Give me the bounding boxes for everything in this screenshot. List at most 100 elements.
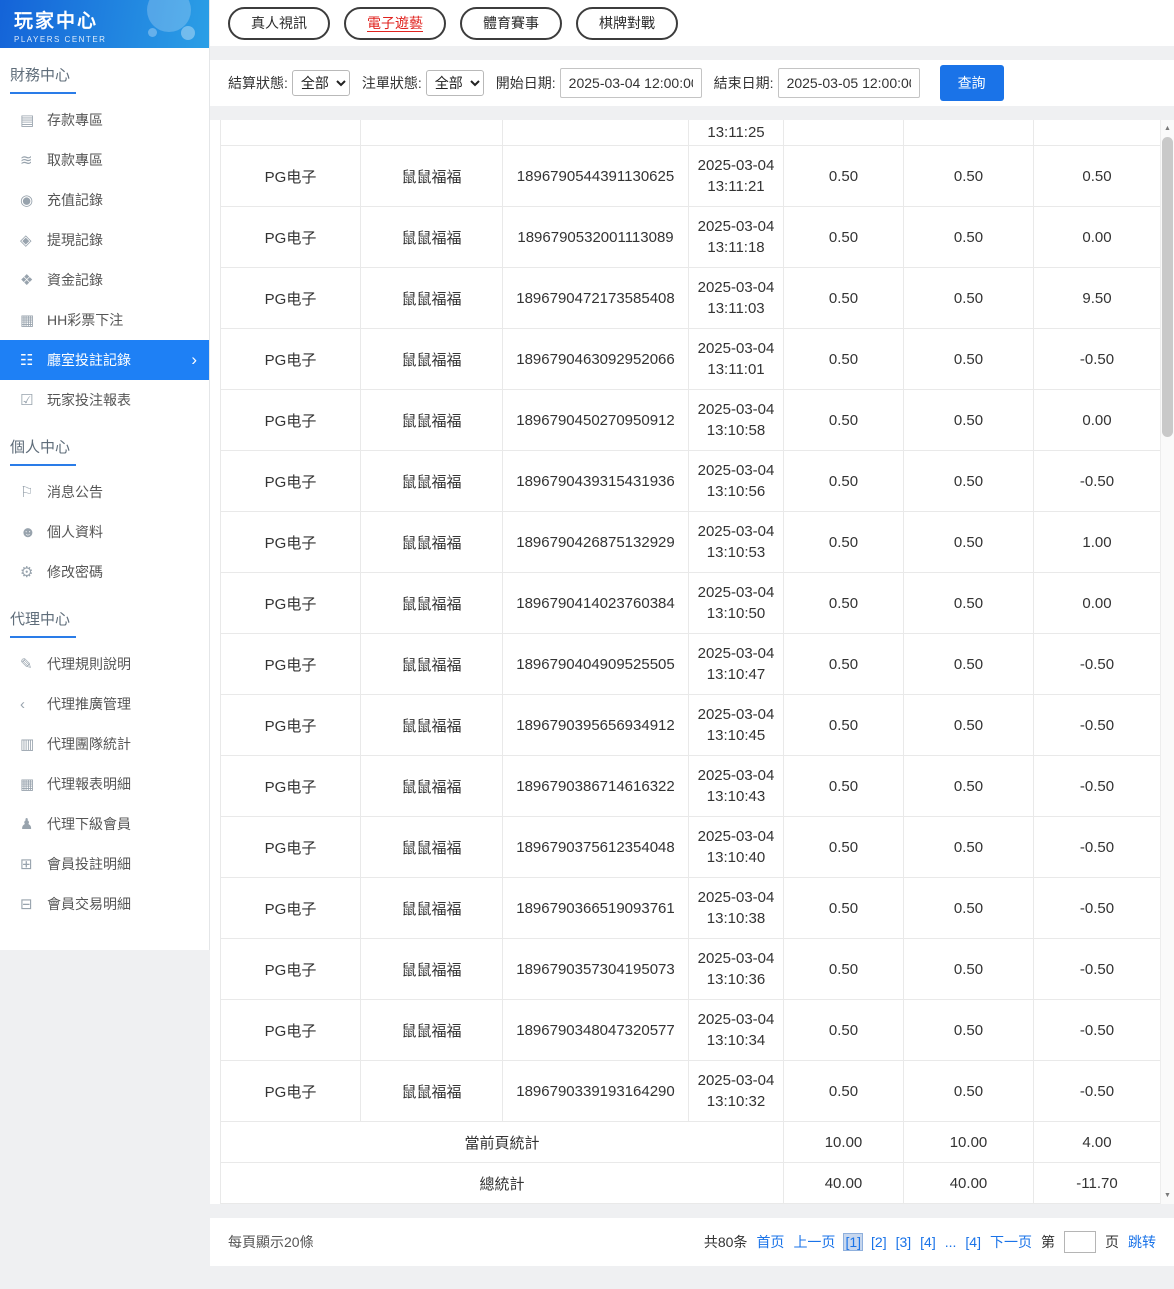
order-id-cell: 1896790426875132929	[502, 511, 689, 573]
sidebar-header: 玩家中心 PLAYERS CENTER	[0, 0, 209, 48]
first-page-link[interactable]: 首页	[756, 1232, 784, 1252]
settle-status-select[interactable]: 全部	[291, 70, 350, 96]
sidebar-item-label: HH彩票下注	[47, 312, 124, 328]
sidebar-item-hh-lottery-bet[interactable]: ▦ HH彩票下注	[0, 300, 209, 340]
bet-date: 2025-03-04	[697, 462, 775, 479]
sidebar-menu: 財務中心 ▤ 存款專區 ≋ 取款專區 ◉ 充值記錄 ◈ 提現記錄 ❖ 資金記錄 ▦ HH彩票下注 ☷ 廳室投…	[0, 64, 209, 924]
win-loss-cell: 9.50	[1033, 267, 1161, 329]
table-row: PG电子 鼠鼠福福 1896790472173585408 2025-03-04 13:…	[220, 267, 1161, 329]
search-button[interactable]: 查詢	[939, 65, 1004, 101]
tab-live-casino[interactable]: 真人視訊	[228, 6, 330, 40]
sidebar-item-player-bet-report[interactable]: ☑ 玩家投注報表	[0, 380, 209, 420]
bet-date: 2025-03-04	[697, 523, 775, 540]
summary-win-loss: -11.70	[1033, 1162, 1161, 1204]
tab-electronic-games[interactable]: 電子遊藝	[344, 6, 446, 40]
summary-valid-bet: 40.00	[903, 1162, 1034, 1204]
sidebar-section-title: 個人中心	[0, 436, 209, 466]
sidebar-item-member-bet-detail[interactable]: ⊞ 會員投註明細	[0, 844, 209, 884]
order-id-cell: 1896790357304195073	[502, 938, 689, 1000]
win-loss-cell: 0.00	[1033, 206, 1161, 268]
page-ellipsis: ...	[944, 1234, 957, 1250]
scrollbar-thumb[interactable]	[1162, 137, 1173, 437]
table-scrollbar[interactable]: ▲ ▼	[1160, 120, 1174, 1204]
tab-sports[interactable]: 體育賽事	[460, 6, 562, 40]
order-id-cell: 1896790463092952066	[502, 328, 689, 390]
game-cell: PG电子	[220, 816, 361, 878]
win-loss-cell: 0.00	[1033, 389, 1161, 451]
bet-table-body: 13:11:25 PG电子 鼠鼠福福 1896790544391130625 2025-…	[220, 120, 1161, 1204]
sidebar-item-agent-sub-members[interactable]: ♟ 代理下級會員	[0, 804, 209, 844]
bet-amount-cell: 0.50	[783, 633, 904, 695]
sidebar-item-change-password[interactable]: ⚙ 修改密碼	[0, 552, 209, 592]
scroll-down-icon[interactable]: ▼	[1161, 1188, 1174, 1203]
sidebar-item-deposit-area[interactable]: ▤ 存款專區	[0, 100, 209, 140]
summary-valid-bet: 10.00	[903, 1121, 1034, 1163]
change-password-icon: ⚙	[20, 564, 34, 581]
sidebar-item-label: 消息公告	[47, 484, 103, 500]
time-cell: 2025-03-04 13:11:21	[688, 145, 784, 207]
bet-amount-cell: 0.50	[783, 877, 904, 939]
sidebar-item-room-bet-record[interactable]: ☷ 廳室投註記錄 ›	[0, 340, 209, 380]
order-id-cell: 1896790395656934912	[502, 694, 689, 756]
sidebar-item-member-transaction-detail[interactable]: ⊟ 會員交易明細	[0, 884, 209, 924]
sidebar-item-profile[interactable]: ☻ 個人資料	[0, 512, 209, 552]
game-cell: PG电子	[220, 206, 361, 268]
summary-bet: 10.00	[783, 1121, 904, 1163]
order-id-cell	[502, 120, 689, 146]
bet-time: 13:10:53	[706, 544, 766, 561]
win-loss-cell: 0.50	[1033, 145, 1161, 207]
chevron-right-icon: ›	[191, 350, 197, 369]
sidebar-item-agent-team-stats[interactable]: ▥ 代理團隊統計	[0, 724, 209, 764]
scroll-up-icon[interactable]: ▲	[1161, 121, 1174, 136]
table-row: PG电子 鼠鼠福福 1896790532001113089 2025-03-04 13:…	[220, 206, 1161, 268]
player-cell: 鼠鼠福福	[360, 267, 503, 329]
end-date-input[interactable]	[777, 68, 920, 98]
sidebar-item-agent-promotion[interactable]: ‹ 代理推廣管理	[0, 684, 209, 724]
prev-page-link[interactable]: 上一页	[793, 1232, 835, 1252]
player-cell: 鼠鼠福福	[360, 816, 503, 878]
game-cell: PG电子	[220, 450, 361, 512]
bet-date: 2025-03-04	[697, 1011, 775, 1028]
player-cell: 鼠鼠福福	[360, 206, 503, 268]
table-row: PG电子 鼠鼠福福 1896790386714616322 2025-03-04 13:…	[220, 755, 1161, 817]
sidebar-item-funds-record[interactable]: ❖ 資金記錄	[0, 260, 209, 300]
table-row: PG电子 鼠鼠福福 1896790463092952066 2025-03-04 13:…	[220, 328, 1161, 390]
sidebar-item-withdraw-area[interactable]: ≋ 取款專區	[0, 140, 209, 180]
sidebar-item-announcements[interactable]: ⚐ 消息公告	[0, 472, 209, 512]
sidebar-item-agent-report-detail[interactable]: ▦ 代理報表明細	[0, 764, 209, 804]
summary-bet: 40.00	[783, 1162, 904, 1204]
sidebar-item-agent-rules[interactable]: ✎ 代理規則說明	[0, 644, 209, 684]
sidebar-item-recharge-record[interactable]: ◉ 充值記錄	[0, 180, 209, 220]
time-cell: 13:11:25	[688, 120, 784, 146]
game-cell: PG电子	[220, 511, 361, 573]
win-loss-cell: -0.50	[1033, 694, 1161, 756]
order-id-cell: 1896790339193164290	[502, 1060, 689, 1122]
jump-button[interactable]: 跳转	[1128, 1232, 1156, 1252]
order-status-select[interactable]: 全部	[425, 70, 484, 96]
page-link[interactable]: [4]	[920, 1234, 936, 1250]
game-cell: PG电子	[220, 267, 361, 329]
table-row: PG电子 鼠鼠福福 1896790395656934912 2025-03-04 13:…	[220, 694, 1161, 756]
win-loss-cell: -0.50	[1033, 755, 1161, 817]
win-loss-cell: -0.50	[1033, 328, 1161, 390]
page-link[interactable]: [3]	[896, 1234, 912, 1250]
page-link[interactable]: [2]	[871, 1234, 887, 1250]
win-loss-cell: -0.50	[1033, 633, 1161, 695]
sidebar-section-label: 代理中心	[10, 608, 77, 638]
start-date-input[interactable]	[559, 68, 702, 98]
table-row: PG电子 鼠鼠福福 1896790426875132929 2025-03-04 13:…	[220, 511, 1161, 573]
bet-time: 13:11:03	[707, 300, 765, 317]
player-cell: 鼠鼠福福	[360, 572, 503, 634]
player-cell: 鼠鼠福福	[360, 511, 503, 573]
player-cell: 鼠鼠福福	[360, 328, 503, 390]
next-page-link[interactable]: 下一页	[990, 1232, 1032, 1252]
page-link[interactable]: [1]	[843, 1233, 863, 1251]
app-subtitle: PLAYERS CENTER	[14, 35, 107, 44]
bet-time: 13:10:40	[706, 849, 766, 866]
bet-amount-cell: 0.50	[783, 938, 904, 1000]
jump-page-input[interactable]	[1064, 1231, 1096, 1253]
sidebar-item-label: 會員交易明細	[47, 896, 131, 912]
sidebar-item-withdrawal-record[interactable]: ◈ 提現記錄	[0, 220, 209, 260]
tab-board-games[interactable]: 棋牌對戰	[576, 6, 678, 40]
page-link[interactable]: [4]	[965, 1234, 981, 1250]
